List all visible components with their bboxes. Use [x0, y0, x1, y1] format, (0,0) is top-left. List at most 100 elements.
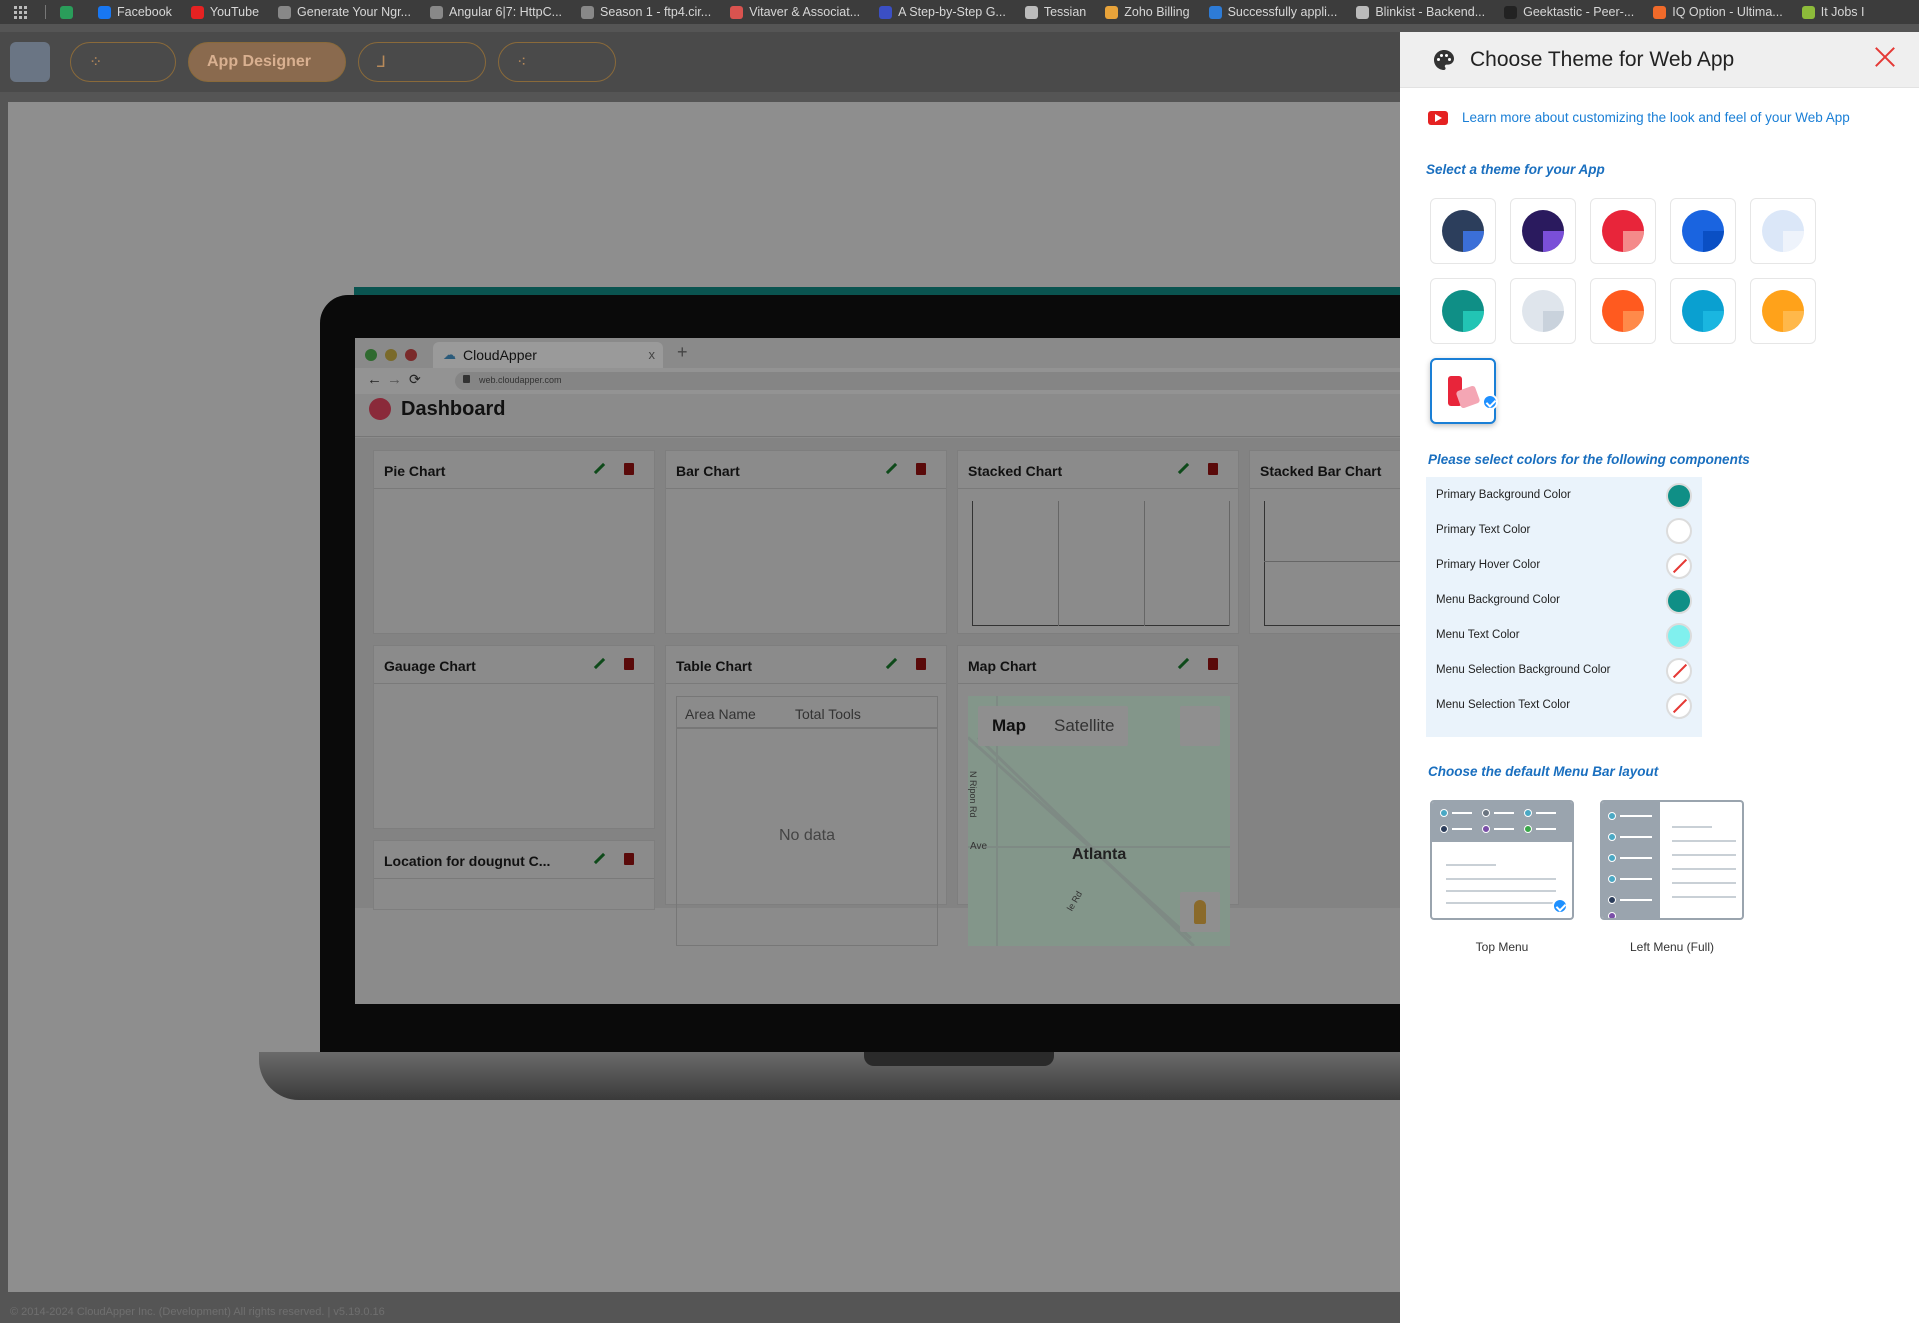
learn-more-link[interactable]: Learn more about customizing the look an… [1462, 110, 1850, 125]
bookmark-j[interactable] [60, 5, 79, 19]
delete-icon[interactable] [1208, 658, 1218, 670]
bookmark-item[interactable]: Angular 6|7: HttpC... [430, 5, 562, 19]
satellite-button[interactable]: Satellite [1040, 706, 1128, 746]
pegman-icon[interactable] [1180, 892, 1220, 932]
theme-swatch[interactable] [1430, 198, 1496, 264]
bookmarks-separator [45, 5, 46, 19]
bookmarks-bar: Facebook YouTube Generate Your Ngr... An… [0, 0, 1919, 24]
edit-icon[interactable] [594, 853, 604, 865]
theme-swatch[interactable] [1750, 278, 1816, 344]
edit-icon[interactable] [886, 463, 896, 475]
theme-circle [1522, 210, 1564, 252]
color-picker-dot[interactable] [1666, 518, 1692, 544]
close-icon[interactable] [1872, 44, 1898, 70]
delete-icon[interactable] [1208, 463, 1218, 475]
color-row-label: Menu Text Color [1436, 629, 1520, 641]
delete-icon[interactable] [624, 658, 634, 670]
color-picker-dot[interactable] [1666, 588, 1692, 614]
bookmark-item[interactable]: It Jobs I [1801, 5, 1865, 19]
map-button[interactable]: Map [978, 706, 1040, 746]
zoho-icon [1105, 5, 1119, 19]
left-menu-bar-preview [1602, 802, 1660, 918]
pen-icon [1024, 5, 1038, 19]
theme-swatch[interactable] [1590, 198, 1656, 264]
fullscreen-icon[interactable] [1180, 706, 1220, 746]
map-street-label: le Rd [1064, 889, 1085, 913]
edit-icon[interactable] [594, 658, 604, 670]
youtube-icon [190, 5, 204, 19]
delete-icon[interactable] [916, 463, 926, 475]
layout-option-top-menu[interactable] [1430, 800, 1574, 920]
delete-icon[interactable] [624, 463, 634, 475]
color-row-label: Menu Selection Text Color [1436, 699, 1571, 711]
back-arrow-icon[interactable]: ← [367, 371, 382, 388]
card-header: Gauage Chart [374, 646, 654, 684]
header-nav-button[interactable]: ⁘ [70, 42, 176, 82]
theme-swatch[interactable] [1750, 198, 1816, 264]
theme-swatch[interactable] [1670, 278, 1736, 344]
edit-icon[interactable] [1178, 463, 1188, 475]
apps-grid-icon[interactable] [14, 5, 27, 19]
bookmark-label: Angular 6|7: HttpC... [449, 5, 563, 19]
select-theme-label: Select a theme for your App [1426, 162, 1605, 177]
bars-icon [730, 5, 744, 19]
bookmark-item[interactable]: Zoho Billing [1105, 5, 1190, 19]
layout-option-left-menu[interactable] [1600, 800, 1744, 920]
theme-swatch[interactable] [1590, 278, 1656, 344]
dashboard-area: Pie Chart Bar Chart Stacked Chart Stacke… [355, 438, 1430, 946]
bookmark-item[interactable]: Tessian [1024, 5, 1086, 19]
app-designer-button[interactable]: App Designer [188, 42, 346, 82]
header-nav-button[interactable]: ⁖ [498, 42, 616, 82]
column-header-area-name[interactable]: Area Name [685, 706, 795, 722]
preview-url-bar[interactable]: web.cloudapper.com [455, 372, 1415, 390]
color-picker-dot[interactable] [1666, 483, 1692, 509]
bookmark-item[interactable]: Successfully appli... [1208, 5, 1337, 19]
map-view[interactable]: N Ripon Rd Ave le Rd Map Satellite Atlan… [968, 696, 1230, 946]
theme-swatch[interactable] [1510, 278, 1576, 344]
map-street-label: Ave [970, 841, 988, 852]
laptop-accent-bar [354, 287, 1414, 295]
cloud-icon: ☁ [443, 347, 456, 362]
color-picker-dot-empty[interactable] [1666, 658, 1692, 684]
theme-swatch[interactable] [1670, 198, 1736, 264]
globe-icon [430, 5, 443, 19]
bookmark-item[interactable]: Facebook [98, 5, 172, 19]
lock-icon [463, 375, 470, 383]
tab-close-icon[interactable]: x [649, 347, 656, 362]
new-tab-icon[interactable]: + [677, 342, 688, 363]
card-header: Location for dougnut C... [374, 841, 654, 879]
window-dot-green [365, 349, 377, 361]
bookmark-item[interactable]: Vitaver & Associat... [730, 5, 860, 19]
facebook-icon [98, 5, 111, 19]
theme-swatch[interactable] [1510, 198, 1576, 264]
color-picker-dot-empty[interactable] [1666, 693, 1692, 719]
column-header-total-tools[interactable]: Total Tools [795, 706, 905, 722]
delete-icon[interactable] [624, 853, 634, 865]
edit-icon[interactable] [886, 658, 896, 670]
bookmark-item[interactable]: Geektastic - Peer-... [1504, 5, 1634, 19]
reload-icon[interactable]: ⟳ [409, 371, 421, 388]
color-picker-dot[interactable] [1666, 623, 1692, 649]
bookmark-label: Geektastic - Peer-... [1523, 5, 1635, 19]
edit-icon[interactable] [1178, 658, 1188, 670]
workflow-icon: ⅃ [377, 54, 386, 71]
dots-icon: ⁘ [89, 54, 103, 71]
bookmark-item[interactable]: A Step-by-Step G... [879, 5, 1006, 19]
bookmark-item[interactable]: YouTube [190, 5, 259, 19]
bookmark-item[interactable]: Generate Your Ngr... [278, 5, 411, 19]
header-nav-button[interactable]: ⅃ [358, 42, 486, 82]
preview-tab[interactable]: ☁ CloudApper x [433, 342, 663, 368]
bookmark-item[interactable]: Season 1 - ftp4.cir... [581, 5, 711, 19]
delete-icon[interactable] [916, 658, 926, 670]
theme-swatch[interactable] [1430, 278, 1496, 344]
color-picker-dot-empty[interactable] [1666, 553, 1692, 579]
color-row-label: Primary Background Color [1436, 489, 1571, 501]
custom-theme-swatch[interactable] [1430, 358, 1498, 424]
forward-arrow-icon[interactable]: → [387, 371, 402, 388]
edit-icon[interactable] [594, 463, 604, 475]
theme-circle [1762, 290, 1804, 332]
learn-more-row[interactable]: Learn more about customizing the look an… [1428, 110, 1850, 125]
bookmark-item[interactable]: Blinkist - Backend... [1356, 5, 1485, 19]
window-dot-yellow [385, 349, 397, 361]
bookmark-item[interactable]: IQ Option - Ultima... [1653, 5, 1783, 19]
